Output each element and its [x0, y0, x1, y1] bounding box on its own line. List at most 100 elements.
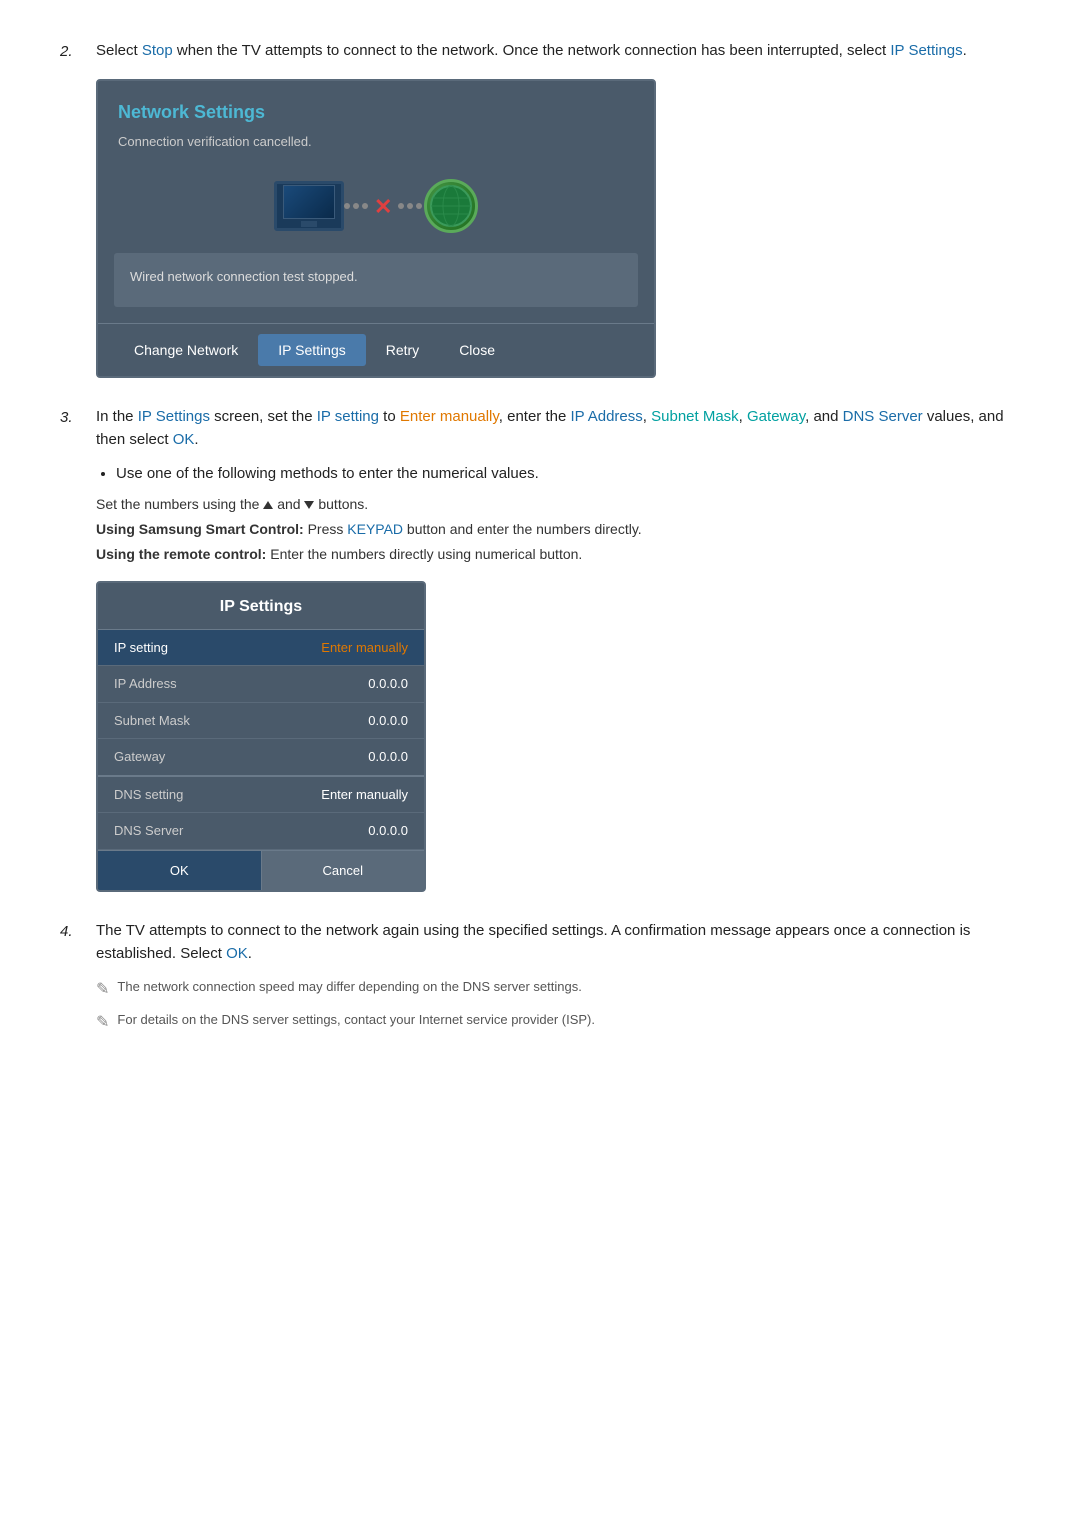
- step-3: 3. In the IP Settings screen, set the IP…: [60, 406, 1020, 892]
- subnet-mask-label: Subnet Mask: [98, 702, 253, 739]
- step3-ip-settings-ref: IP Settings: [138, 408, 210, 425]
- step-4: 4. The TV attempts to connect to the net…: [60, 920, 1020, 1043]
- step4-ok-link: OK: [226, 945, 248, 962]
- dialog-visual: ✕: [98, 163, 654, 253]
- step3-t2: screen, set the: [210, 408, 317, 425]
- note-text-1: The network connection speed may differ …: [117, 977, 581, 997]
- ip-address-label: IP Address: [98, 666, 253, 703]
- dns-server-value: 0.0.0.0: [253, 813, 424, 850]
- conn-dot-3: [362, 203, 368, 209]
- dialog-subtitle: Connection verification cancelled.: [98, 132, 654, 164]
- dialog-title: Network Settings: [98, 81, 654, 132]
- step-2-content: Select Stop when the TV attempts to conn…: [96, 40, 1020, 378]
- ip-table-row-ip-address[interactable]: IP Address 0.0.0.0: [98, 666, 424, 703]
- sub3-text: Enter the numbers directly using numeric…: [270, 546, 582, 562]
- change-network-button[interactable]: Change Network: [114, 334, 258, 366]
- step4-text-after: .: [248, 945, 252, 962]
- ip-table-row-gateway[interactable]: Gateway 0.0.0.0: [98, 739, 424, 776]
- step3-subnet-ref: Subnet Mask: [651, 408, 739, 425]
- step3-t9: .: [194, 431, 198, 448]
- step-4-text: The TV attempts to connect to the networ…: [96, 920, 1020, 965]
- ip-ok-button[interactable]: OK: [98, 851, 262, 891]
- step3-t4: , enter the: [499, 408, 571, 425]
- ip-table-row-dns-server[interactable]: DNS Server 0.0.0.0: [98, 813, 424, 850]
- tv-screen: [283, 185, 335, 219]
- method-list-item: Use one of the following methods to ente…: [116, 463, 1020, 486]
- method-list: Use one of the following methods to ente…: [116, 463, 1020, 486]
- sub1-and: and: [277, 496, 304, 512]
- subnet-mask-value: 0.0.0.0: [253, 702, 424, 739]
- ip-cancel-button[interactable]: Cancel: [262, 851, 425, 891]
- conn-dot-5: [407, 203, 413, 209]
- note-item-2: ✎ For details on the DNS server settings…: [96, 1010, 1020, 1035]
- gateway-value: 0.0.0.0: [253, 739, 424, 776]
- notes-container: ✎ The network connection speed may diffe…: [96, 977, 1020, 1035]
- step-2-text-after: .: [963, 42, 967, 59]
- step3-dns-server-ref: DNS Server: [843, 408, 923, 425]
- conn-dot-6: [416, 203, 422, 209]
- step3-ok-ref: OK: [173, 431, 195, 448]
- retry-button[interactable]: Retry: [366, 334, 439, 366]
- sub-text-3: Using the remote control: Enter the numb…: [96, 544, 1020, 565]
- sub-text-1: Set the numbers using the and buttons.: [96, 494, 1020, 515]
- step-4-content: The TV attempts to connect to the networ…: [96, 920, 1020, 1043]
- ip-dialog-footer: OK Cancel: [98, 850, 424, 891]
- note-text-2: For details on the DNS server settings, …: [117, 1010, 595, 1030]
- globe-svg: [429, 184, 473, 228]
- step-3-content: In the IP Settings screen, set the IP se…: [96, 406, 1020, 892]
- step3-enter-manually-ref: Enter manually: [400, 408, 499, 425]
- ip-table-row-subnet[interactable]: Subnet Mask 0.0.0.0: [98, 702, 424, 739]
- sub2-rest: button and enter the numbers directly.: [407, 521, 642, 537]
- step3-t6: ,: [739, 408, 747, 425]
- sub1-end: buttons.: [318, 496, 368, 512]
- ip-settings-table: IP setting Enter manually IP Address 0.0…: [98, 630, 424, 850]
- step3-t5: ,: [643, 408, 651, 425]
- step3-ip-address-ref: IP Address: [571, 408, 643, 425]
- ip-table-row-dns-setting[interactable]: DNS setting Enter manually: [98, 776, 424, 813]
- x-mark-icon: ✕: [374, 190, 392, 223]
- step3-t1: In the: [96, 408, 138, 425]
- dns-setting-label: DNS setting: [98, 776, 253, 813]
- conn-dot-2: [353, 203, 359, 209]
- step-2-number: 2.: [60, 40, 96, 64]
- step-2-text-middle: when the TV attempts to connect to the n…: [173, 42, 891, 59]
- remote-control-label: Using the remote control:: [96, 546, 266, 562]
- samsung-smart-control-label: Using Samsung Smart Control:: [96, 521, 304, 537]
- network-settings-dialog: Network Settings Connection verification…: [96, 79, 656, 379]
- note-icon-2: ✎: [96, 1011, 109, 1035]
- close-button[interactable]: Close: [439, 334, 515, 366]
- note-item-1: ✎ The network connection speed may diffe…: [96, 977, 1020, 1002]
- ip-table-row-ip-setting[interactable]: IP setting Enter manually: [98, 630, 424, 666]
- step3-gateway-ref: Gateway: [747, 408, 805, 425]
- step-3-number: 3.: [60, 406, 96, 430]
- step-3-text: In the IP Settings screen, set the IP se…: [96, 406, 1020, 451]
- step-2-text-before: Select: [96, 42, 142, 59]
- step3-t3: to: [379, 408, 400, 425]
- ip-setting-value: Enter manually: [253, 630, 424, 666]
- note-icon-1: ✎: [96, 978, 109, 1002]
- dns-server-label: DNS Server: [98, 813, 253, 850]
- stop-link: Stop: [142, 42, 173, 59]
- step-4-number: 4.: [60, 920, 96, 944]
- globe-icon: [424, 179, 478, 233]
- dns-setting-value: Enter manually: [253, 776, 424, 813]
- ip-address-value: 0.0.0.0: [253, 666, 424, 703]
- sub2-press: Press: [308, 521, 348, 537]
- sub-text-2: Using Samsung Smart Control: Press KEYPA…: [96, 519, 1020, 540]
- dialog-buttons-row: Change Network IP Settings Retry Close: [98, 323, 654, 376]
- connection-line: ✕: [344, 190, 424, 223]
- ip-settings-link-step2: IP Settings: [890, 42, 962, 59]
- conn-dot-1: [344, 203, 350, 209]
- ip-settings-dialog: IP Settings IP setting Enter manually IP…: [96, 581, 426, 893]
- gateway-label: Gateway: [98, 739, 253, 776]
- ip-setting-label: IP setting: [98, 630, 253, 666]
- triangle-up-icon: [263, 501, 273, 509]
- step-2: 2. Select Stop when the TV attempts to c…: [60, 40, 1020, 378]
- triangle-down-icon: [304, 501, 314, 509]
- ip-settings-button[interactable]: IP Settings: [258, 334, 365, 366]
- keypad-link: KEYPAD: [347, 521, 403, 537]
- step-2-text: Select Stop when the TV attempts to conn…: [96, 40, 1020, 63]
- sub1-before: Set the numbers using the: [96, 496, 263, 512]
- ip-dialog-title: IP Settings: [98, 583, 424, 630]
- step3-ip-setting-ref: IP setting: [317, 408, 379, 425]
